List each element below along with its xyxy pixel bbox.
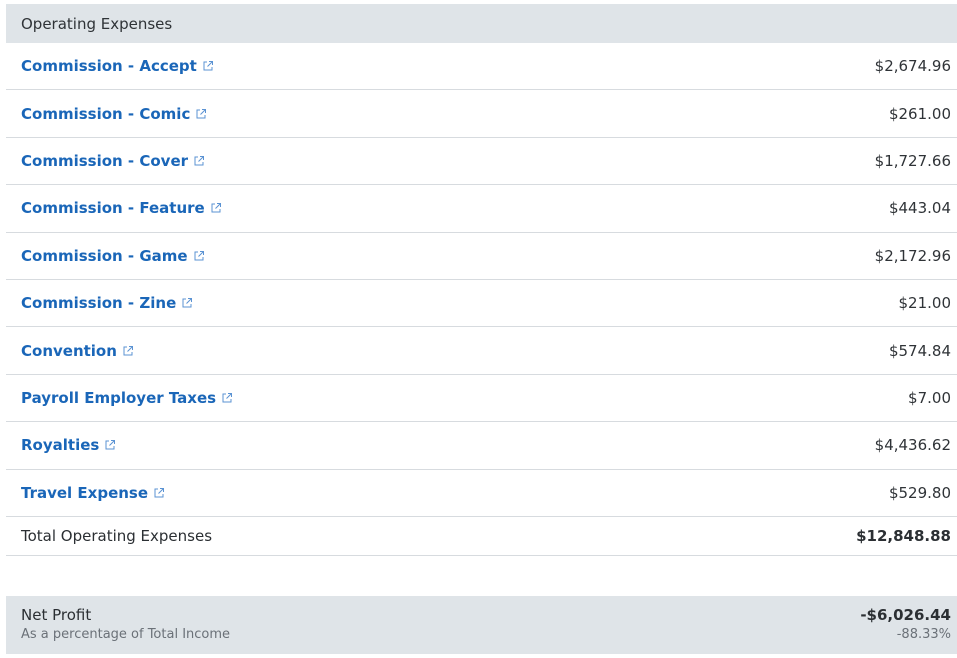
expense-label: Payroll Employer Taxes — [21, 388, 217, 407]
expense-link-commission-accept[interactable]: Commission - Accept — [21, 57, 214, 75]
external-link-icon — [123, 345, 133, 356]
expense-label: Commission - Feature — [21, 199, 205, 218]
expense-label: Commission - Game — [21, 246, 188, 265]
external-link-icon — [196, 108, 207, 119]
expense-label: Commission - Comic — [21, 104, 191, 123]
external-link-icon — [211, 203, 221, 213]
expense-label: Commission - Zine — [21, 294, 177, 313]
expense-label: Travel Expense — [21, 483, 149, 502]
expense-amount: $21.00 — [898, 294, 952, 313]
expense-row: Commission - Game $2,172.96 — [6, 233, 957, 280]
expense-link-commission-feature[interactable]: Commission - Feature — [21, 199, 222, 217]
net-profit-labels: Net Profit As a percentage of Total Inco… — [21, 605, 230, 654]
expense-link-commission-game[interactable]: Commission - Game — [21, 247, 205, 265]
expense-row: Convention $574.84 — [6, 327, 957, 375]
expense-label: Convention — [21, 341, 117, 360]
external-link-icon — [194, 250, 204, 261]
external-link-icon — [194, 155, 205, 166]
expense-label: Royalties — [21, 436, 100, 455]
expense-amount: $4,436.62 — [874, 436, 951, 455]
expense-row: Commission - Cover $1,727.66 — [6, 138, 957, 186]
expense-row: Royalties $4,436.62 — [6, 422, 957, 470]
expense-row: Commission - Zine $21.00 — [6, 280, 957, 328]
section-title: Operating Expenses — [21, 14, 173, 33]
net-profit-amount: -$6,026.44 — [860, 605, 951, 624]
net-profit-subtitle: As a percentage of Total Income — [21, 626, 231, 642]
expense-amount: $2,172.96 — [874, 246, 951, 265]
expense-row: Travel Expense $529.80 — [6, 470, 957, 517]
total-amount: $12,848.88 — [856, 526, 951, 545]
expense-link-commission-zine[interactable]: Commission - Zine — [21, 294, 193, 312]
expense-link-commission-cover[interactable]: Commission - Cover — [21, 152, 205, 170]
expense-amount: $529.80 — [888, 483, 951, 502]
expense-amount: $7.00 — [908, 388, 951, 407]
external-link-icon — [222, 392, 233, 403]
operating-expenses-header: Operating Expenses — [6, 4, 957, 43]
expense-amount: $2,674.96 — [874, 57, 951, 76]
expense-amount: $261.00 — [888, 104, 951, 123]
net-profit-percentage: -88.33% — [896, 626, 951, 642]
net-profit-row: Net Profit As a percentage of Total Inco… — [6, 595, 957, 654]
profit-loss-report: Operating Expenses Commission - Accept $… — [6, 4, 957, 654]
expense-row: Payroll Employer Taxes $7.00 — [6, 375, 957, 423]
expense-label: Commission - Accept — [21, 57, 197, 76]
expense-link-royalties[interactable]: Royalties — [21, 436, 116, 454]
total-operating-expenses-row: Total Operating Expenses $12,848.88 — [6, 517, 957, 556]
expense-amount: $443.04 — [888, 199, 951, 218]
external-link-icon — [105, 440, 116, 450]
expense-link-travel-expense[interactable]: Travel Expense — [21, 484, 165, 502]
external-link-icon — [203, 61, 213, 71]
expense-link-payroll-employer-taxes[interactable]: Payroll Employer Taxes — [21, 389, 233, 407]
net-profit-title: Net Profit — [21, 605, 92, 624]
expense-row: Commission - Feature $443.04 — [6, 185, 957, 233]
net-profit-values: -$6,026.44 -88.33% — [860, 605, 951, 654]
expense-amount: $574.84 — [888, 341, 951, 360]
expense-amount: $1,727.66 — [874, 151, 951, 170]
total-label: Total Operating Expenses — [21, 526, 213, 545]
expense-label: Commission - Cover — [21, 151, 189, 170]
expense-link-convention[interactable]: Convention — [21, 342, 134, 360]
expense-link-commission-comic[interactable]: Commission - Comic — [21, 105, 207, 123]
expense-row: Commission - Accept $2,674.96 — [6, 43, 957, 91]
external-link-icon — [182, 298, 193, 308]
external-link-icon — [154, 487, 165, 498]
expense-row: Commission - Comic $261.00 — [6, 90, 957, 138]
